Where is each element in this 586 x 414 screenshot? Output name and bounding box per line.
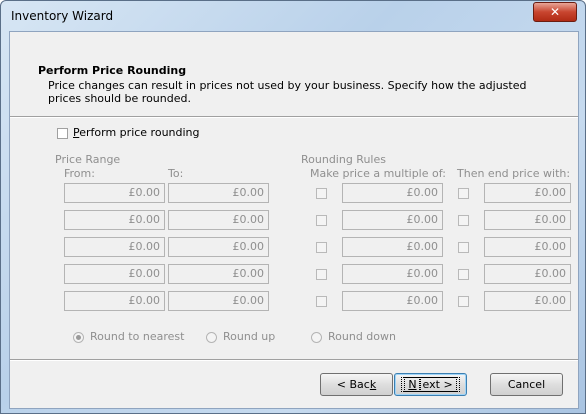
multiple-field[interactable]: £0.00 xyxy=(342,291,443,311)
round-up-radio[interactable] xyxy=(206,332,217,343)
next-button-label-wrap: Next > xyxy=(401,377,460,392)
multiple-checkbox[interactable] xyxy=(316,296,327,307)
multiple-field[interactable]: £0.00 xyxy=(342,264,443,284)
round-up-label[interactable]: Round up xyxy=(223,330,275,343)
end-checkbox[interactable] xyxy=(458,296,469,307)
page-title: Perform Price Rounding xyxy=(38,64,187,77)
round-down-label[interactable]: Round down xyxy=(328,330,396,343)
cancel-button[interactable]: Cancel xyxy=(490,373,563,396)
end-field[interactable]: £0.00 xyxy=(484,237,571,257)
end-checkbox[interactable] xyxy=(458,188,469,199)
multiple-field[interactable]: £0.00 xyxy=(342,183,443,203)
end-checkbox[interactable] xyxy=(458,242,469,253)
rounding-rules-label: Rounding Rules xyxy=(301,153,386,166)
round-nearest-label[interactable]: Round to nearest xyxy=(90,330,184,343)
end-checkbox[interactable] xyxy=(458,269,469,280)
from-field[interactable]: £0.00 xyxy=(64,264,165,284)
end-checkbox[interactable] xyxy=(458,215,469,226)
end-field[interactable]: £0.00 xyxy=(484,183,571,203)
multiple-checkbox[interactable] xyxy=(316,242,327,253)
back-button-accelerator: k xyxy=(369,378,377,391)
perform-rounding-label[interactable]: Perform price rounding xyxy=(73,126,200,139)
next-button-label: ext > xyxy=(418,377,457,392)
perform-rounding-checkbox[interactable] xyxy=(57,128,68,139)
multiple-checkbox[interactable] xyxy=(316,215,327,226)
end-field[interactable]: £0.00 xyxy=(484,291,571,311)
end-field[interactable]: £0.00 xyxy=(484,264,571,284)
multiple-checkbox[interactable] xyxy=(316,188,327,199)
end-field[interactable]: £0.00 xyxy=(484,210,571,230)
to-field[interactable]: £0.00 xyxy=(168,210,269,230)
price-range-label: Price Range xyxy=(55,153,121,166)
next-button-accelerator: N xyxy=(404,377,421,392)
back-button-label: < Bac xyxy=(336,378,370,391)
to-label: To: xyxy=(168,167,184,180)
page-description: Price changes can result in prices not u… xyxy=(48,79,527,105)
footer-divider xyxy=(10,359,578,361)
next-button[interactable]: Next > xyxy=(394,373,467,396)
to-field[interactable]: £0.00 xyxy=(168,291,269,311)
round-down-radio[interactable] xyxy=(311,332,322,343)
wizard-client-area: Perform Price Rounding Price changes can… xyxy=(9,31,579,409)
title-bar[interactable]: Inventory Wizard ✕ xyxy=(1,1,585,31)
multiple-of-label: Make price a multiple of: xyxy=(310,167,446,180)
end-price-label: Then end price with: xyxy=(457,167,571,180)
to-field[interactable]: £0.00 xyxy=(168,264,269,284)
round-nearest-radio[interactable] xyxy=(73,332,84,343)
multiple-field[interactable]: £0.00 xyxy=(342,237,443,257)
wizard-window: Inventory Wizard ✕ Perform Price Roundin… xyxy=(0,0,586,414)
from-field[interactable]: £0.00 xyxy=(64,183,165,203)
from-field[interactable]: £0.00 xyxy=(64,210,165,230)
to-field[interactable]: £0.00 xyxy=(168,183,269,203)
wizard-header: Perform Price Rounding Price changes can… xyxy=(10,32,578,110)
multiple-field[interactable]: £0.00 xyxy=(342,210,443,230)
from-field[interactable]: £0.00 xyxy=(64,291,165,311)
header-divider xyxy=(10,116,578,118)
from-label: From: xyxy=(64,167,95,180)
from-field[interactable]: £0.00 xyxy=(64,237,165,257)
to-field[interactable]: £0.00 xyxy=(168,237,269,257)
close-icon: ✕ xyxy=(549,5,561,19)
close-button[interactable]: ✕ xyxy=(533,2,577,22)
window-title: Inventory Wizard xyxy=(11,9,114,23)
perform-rounding-label-text: erform price rounding xyxy=(79,126,200,139)
back-button[interactable]: < Back xyxy=(320,373,393,396)
multiple-checkbox[interactable] xyxy=(316,269,327,280)
